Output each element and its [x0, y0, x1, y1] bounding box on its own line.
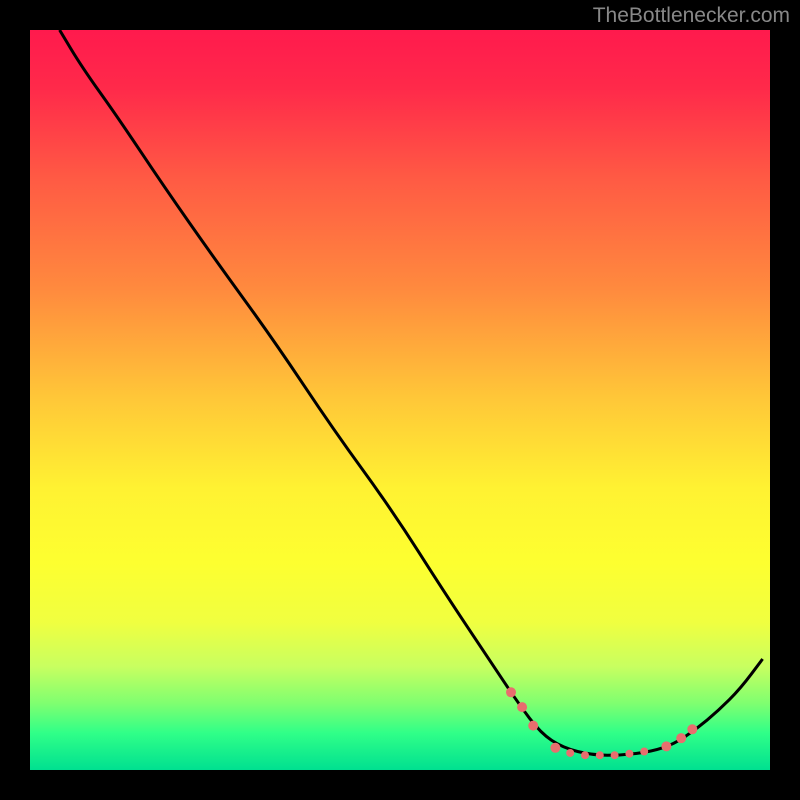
chart-area: [30, 30, 770, 770]
attribution-label: TheBottlenecker.com: [593, 4, 790, 28]
gradient-background: [30, 30, 770, 770]
